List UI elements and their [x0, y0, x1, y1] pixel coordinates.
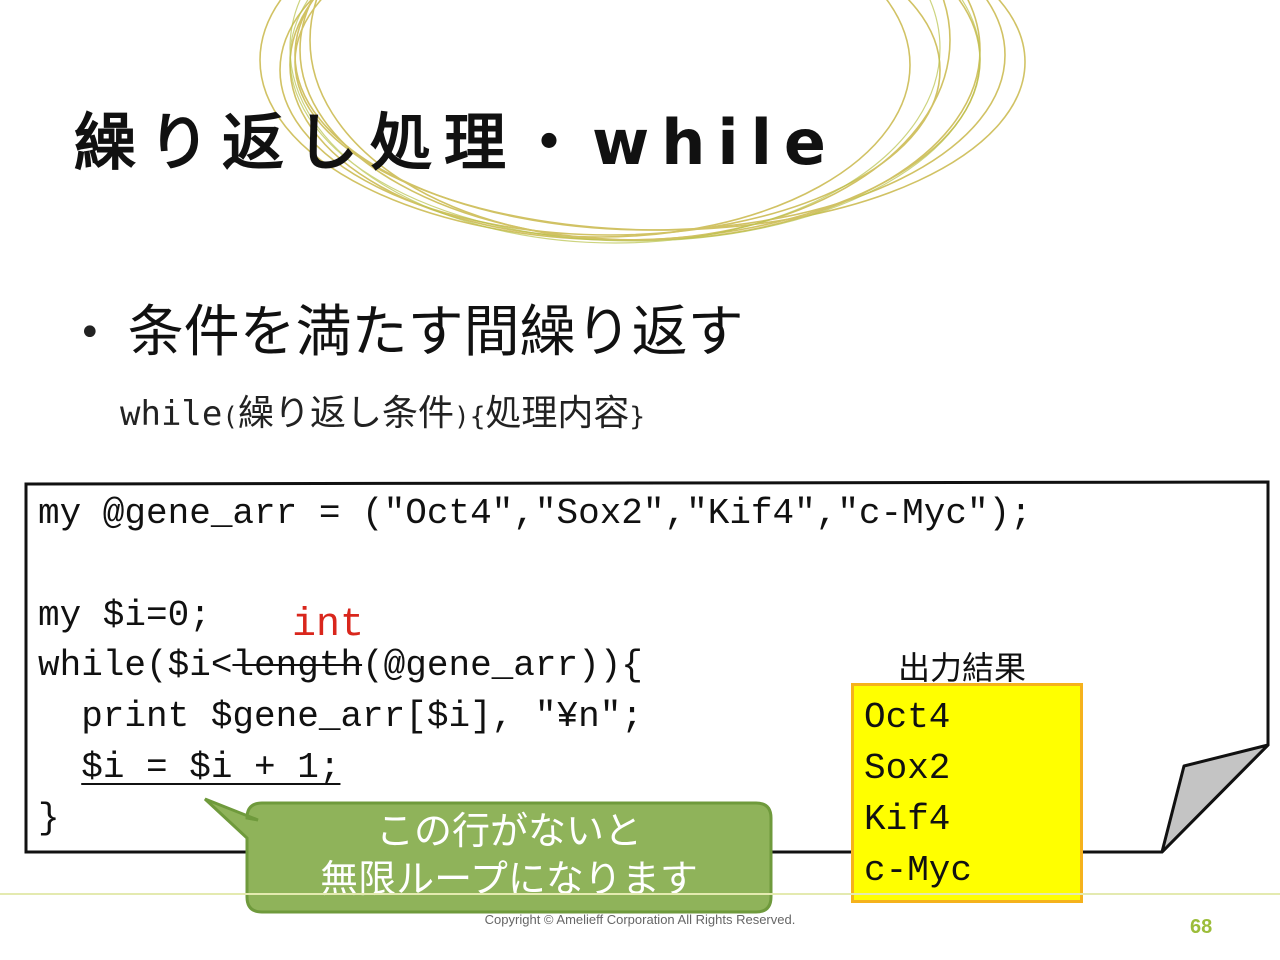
increment-statement: $i = $i + 1;: [81, 747, 341, 788]
syntax-open-paren: (: [222, 402, 239, 432]
callout-line-1: この行がないと: [375, 809, 642, 853]
syntax-close-brace: }: [629, 402, 646, 432]
syntax-condition: 繰り返し条件: [238, 393, 455, 434]
bullet-dot-icon: •: [78, 310, 102, 356]
syntax-open-brace: {: [469, 402, 486, 432]
bullet-text: 条件を満たす間繰り返す: [127, 300, 744, 365]
code-line-3-prefix: while($i<: [38, 645, 233, 686]
syntax-keyword: while: [120, 394, 223, 434]
code-line-3-suffix: (@gene_arr)){: [362, 645, 643, 686]
output-line: Kif4: [864, 799, 951, 840]
output-line: Sox2: [864, 748, 951, 789]
struck-length: length: [232, 645, 363, 686]
code-line-5: $i = $i + 1;: [38, 750, 340, 786]
footer-divider: [0, 893, 1280, 895]
output-line: c-Myc: [864, 850, 973, 891]
code-line-5-indent: [38, 747, 81, 788]
syntax-body: 処理内容: [485, 393, 630, 434]
output-caption: 出力結果: [898, 649, 1027, 687]
slide-title: 繰り返し処理・while: [74, 106, 838, 179]
code-line-3: while($i<length(@gene_arr)){: [38, 648, 643, 684]
bullet-item: • 条件を満たす間繰り返す: [78, 305, 744, 361]
page-number: 68: [1190, 916, 1213, 938]
syntax-close-paren: ): [454, 402, 470, 432]
code-line-1: my @gene_arr = ("Oct4","Sox2","Kif4","c-…: [38, 493, 1032, 534]
while-syntax: while(繰り返し条件){処理内容}: [120, 392, 645, 435]
code-line-6: }: [38, 798, 60, 839]
output-line: Oct4: [864, 697, 951, 738]
replacement-int: int: [292, 603, 365, 648]
code-line-4: print $gene_arr[$i], "¥n";: [38, 696, 643, 737]
code-line-2: my $i=0;: [38, 595, 211, 636]
copyright-text: Copyright © Amelieff Corporation All Rig…: [484, 912, 796, 927]
